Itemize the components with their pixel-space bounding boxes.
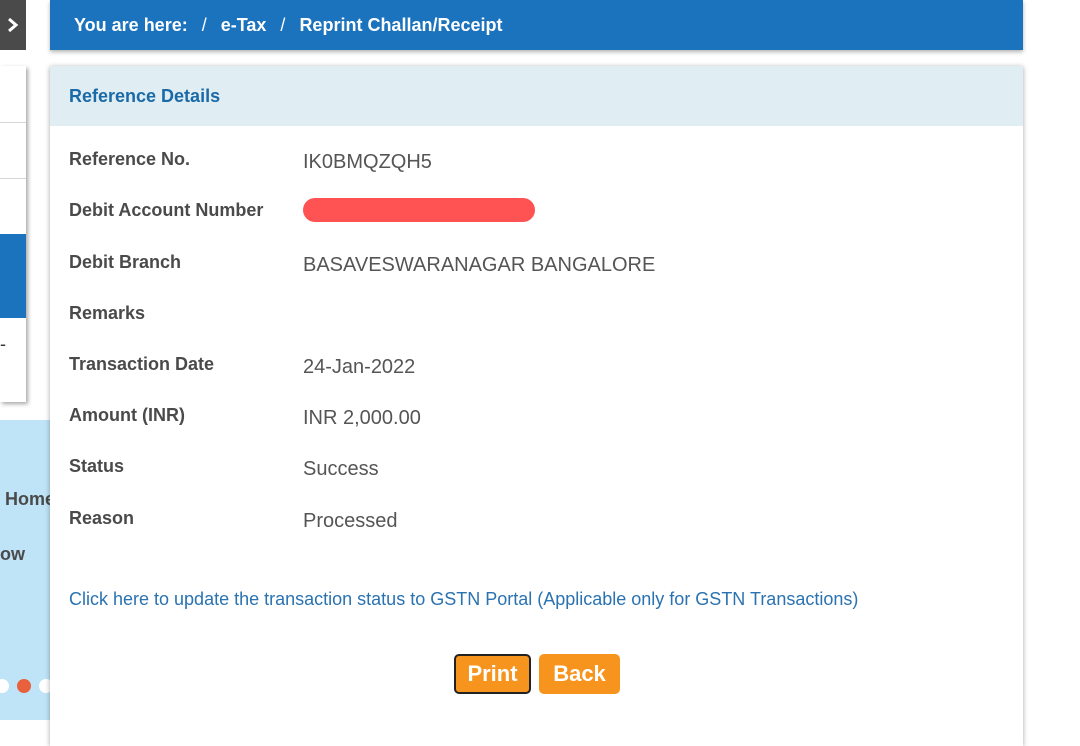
sidebar-item[interactable] — [0, 122, 26, 179]
banner-text-home: Home — [5, 489, 56, 509]
field-label: Reference No. — [69, 149, 191, 169]
field-value: BASAVESWARANAGAR BANGALORE — [303, 254, 656, 276]
carousel-dot-active[interactable] — [17, 679, 31, 693]
field-value: INR 2,000.00 — [303, 407, 421, 429]
section-title: Reference Details — [50, 66, 1023, 126]
breadcrumb-item-reprint: Reprint Challan/Receipt — [299, 14, 503, 35]
field-value: Success — [303, 458, 379, 480]
side-banner: Home ow — [0, 420, 56, 720]
back-button[interactable]: Back — [539, 654, 620, 694]
field-label: Remarks — [69, 303, 146, 323]
sidebar-menu: - — [0, 66, 26, 402]
field-value: Processed — [303, 510, 398, 532]
print-button[interactable]: Print — [454, 654, 531, 694]
field-label: Transaction Date — [69, 354, 215, 374]
banner-text-ow: ow — [0, 544, 25, 564]
field-label: Debit Account Number — [69, 200, 264, 220]
breadcrumb: You are here: / e-Tax / Reprint Challan/… — [50, 0, 1023, 50]
breadcrumb-label: You are here: — [74, 14, 188, 35]
field-value: 24-Jan-2022 — [303, 356, 416, 378]
reference-details-card: Reference Details Reference No. IK0BMQZQ… — [50, 66, 1023, 746]
sidebar-toggle-button[interactable] — [0, 0, 26, 50]
field-label: Reason — [69, 508, 135, 528]
gstn-update-link[interactable]: Click here to update the transaction sta… — [69, 589, 858, 610]
field-value: IK0BMQZQH5 — [303, 151, 432, 173]
field-label: Status — [69, 456, 125, 476]
chevron-right-icon — [8, 17, 19, 33]
breadcrumb-separator: / — [280, 14, 286, 35]
field-label: Amount (INR) — [69, 405, 185, 425]
redaction-mark — [303, 198, 535, 222]
breadcrumb-item-etax[interactable]: e-Tax — [221, 15, 267, 36]
sidebar-item[interactable] — [0, 66, 26, 123]
sidebar-item-active[interactable] — [0, 234, 26, 318]
sidebar-item[interactable] — [0, 178, 26, 235]
field-label: Debit Branch — [69, 252, 182, 272]
breadcrumb-separator: / — [201, 14, 207, 35]
sidebar-dash: - — [0, 334, 6, 354]
